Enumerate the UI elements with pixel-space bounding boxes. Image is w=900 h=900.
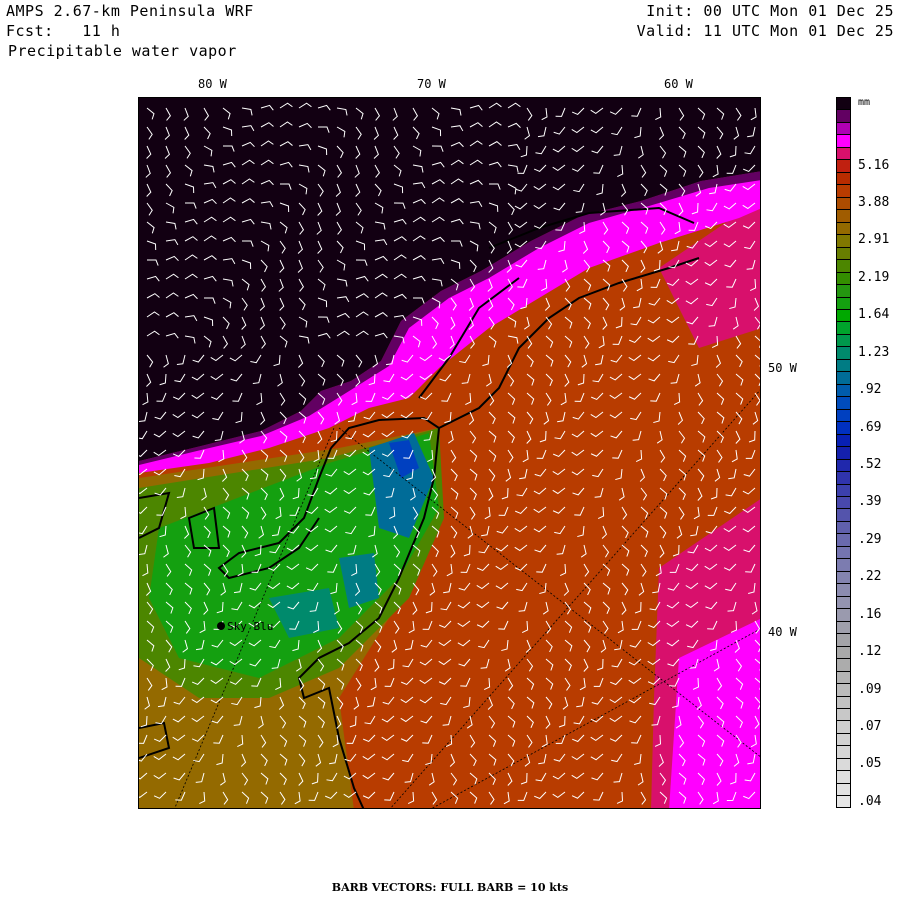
colorbar-label: 2.19 — [858, 269, 890, 285]
colorbar-swatch — [836, 770, 851, 783]
colorbar-swatch — [836, 171, 851, 185]
colorbar-swatch — [836, 545, 851, 559]
colorbar-swatch — [836, 483, 851, 496]
colorbar-swatch — [836, 408, 851, 422]
colorbar-swatch — [836, 645, 851, 659]
colorbar-swatch — [836, 308, 851, 322]
colorbar-swatch — [836, 259, 851, 272]
colorbar-swatch — [836, 333, 851, 347]
colorbar-swatch — [836, 321, 851, 334]
colorbar-label: .09 — [858, 681, 882, 697]
colorbar-swatch — [836, 658, 851, 671]
precipitable-water-map: Sky Blu — [138, 97, 761, 809]
colorbar-swatch — [836, 271, 851, 285]
colorbar-swatch — [836, 121, 851, 135]
colorbar-swatch — [836, 707, 851, 721]
colorbar-swatch — [836, 558, 851, 571]
colorbar-swatch — [836, 720, 851, 733]
lon-label-50w: 50 W — [768, 361, 797, 375]
colorbar-swatch — [836, 595, 851, 609]
colorbar-label: .29 — [858, 531, 882, 547]
station-label: Sky Blu — [227, 620, 273, 633]
colorbar-swatch — [836, 234, 851, 247]
colorbar-swatch — [836, 520, 851, 534]
colorbar-swatch — [836, 508, 851, 521]
colorbar-swatch — [836, 683, 851, 696]
colorbar-swatch — [836, 346, 851, 359]
colorbar-swatch — [836, 608, 851, 621]
colorbar-swatch — [836, 358, 851, 372]
colorbar-swatch — [836, 583, 851, 596]
colorbar-unit: mm — [858, 97, 871, 108]
model-title: AMPS 2.67-km Peninsula WRF — [6, 2, 254, 20]
colorbar-swatch — [836, 209, 851, 222]
colorbar-swatch — [836, 620, 851, 634]
colorbar — [836, 97, 851, 808]
colorbar-swatch — [836, 383, 851, 397]
colorbar-swatch — [836, 296, 851, 309]
colorbar-label: 5.16 — [858, 157, 890, 173]
colorbar-swatch — [836, 159, 851, 172]
colorbar-swatch — [836, 757, 851, 771]
colorbar-swatch — [836, 221, 851, 235]
colorbar-label: .05 — [858, 756, 882, 772]
colorbar-label: 3.88 — [858, 195, 890, 211]
forecast-hour: Fcst: 11 h — [6, 22, 121, 40]
field-name: Precipitable water vapor — [8, 42, 237, 60]
map-canvas: Sky Blu — [139, 98, 760, 808]
init-time: Init: 00 UTC Mon 01 Dec 25 — [646, 2, 894, 20]
colorbar-label: .92 — [858, 382, 882, 398]
colorbar-label: 1.23 — [858, 344, 890, 360]
lon-label-40w: 40 W — [768, 625, 797, 639]
colorbar-swatch — [836, 745, 851, 758]
colorbar-swatch — [836, 695, 851, 708]
colorbar-swatch — [836, 421, 851, 434]
colorbar-swatch — [836, 109, 851, 122]
lon-label-80w: 80 W — [198, 77, 227, 91]
colorbar-swatch — [836, 533, 851, 546]
station-marker — [217, 622, 225, 630]
colorbar-swatch — [836, 396, 851, 409]
colorbar-swatch — [836, 732, 851, 746]
lon-label-70w: 70 W — [417, 77, 446, 91]
valid-time: Valid: 11 UTC Mon 01 Dec 25 — [636, 22, 894, 40]
colorbar-swatch — [836, 782, 851, 796]
colorbar-swatch — [836, 97, 851, 110]
colorbar-swatch — [836, 795, 851, 808]
colorbar-label: 1.64 — [858, 307, 890, 323]
colorbar-label: .04 — [858, 793, 882, 809]
barb-legend: BARB VECTORS: FULL BARB = 10 kts — [331, 881, 569, 894]
lon-label-60w: 60 W — [664, 77, 693, 91]
colorbar-swatch — [836, 284, 851, 297]
colorbar-swatch — [836, 471, 851, 484]
colorbar-label: .52 — [858, 456, 882, 472]
colorbar-swatch — [836, 433, 851, 447]
colorbar-swatch — [836, 670, 851, 684]
colorbar-swatch — [836, 146, 851, 160]
colorbar-swatch — [836, 633, 851, 646]
colorbar-label: .22 — [858, 569, 882, 585]
colorbar-label: .07 — [858, 718, 882, 734]
colorbar-swatch — [836, 496, 851, 509]
colorbar-swatch — [836, 570, 851, 584]
colorbar-swatch — [836, 458, 851, 472]
colorbar-swatch — [836, 184, 851, 197]
colorbar-swatch — [836, 371, 851, 384]
colorbar-label: .39 — [858, 494, 882, 510]
colorbar-label: 2.91 — [858, 232, 890, 248]
colorbar-swatch — [836, 446, 851, 459]
colorbar-label: .69 — [858, 419, 882, 435]
colorbar-label: .16 — [858, 606, 882, 622]
colorbar-swatch — [836, 246, 851, 260]
colorbar-swatch — [836, 196, 851, 210]
colorbar-swatch — [836, 134, 851, 147]
colorbar-label: .12 — [858, 644, 882, 660]
